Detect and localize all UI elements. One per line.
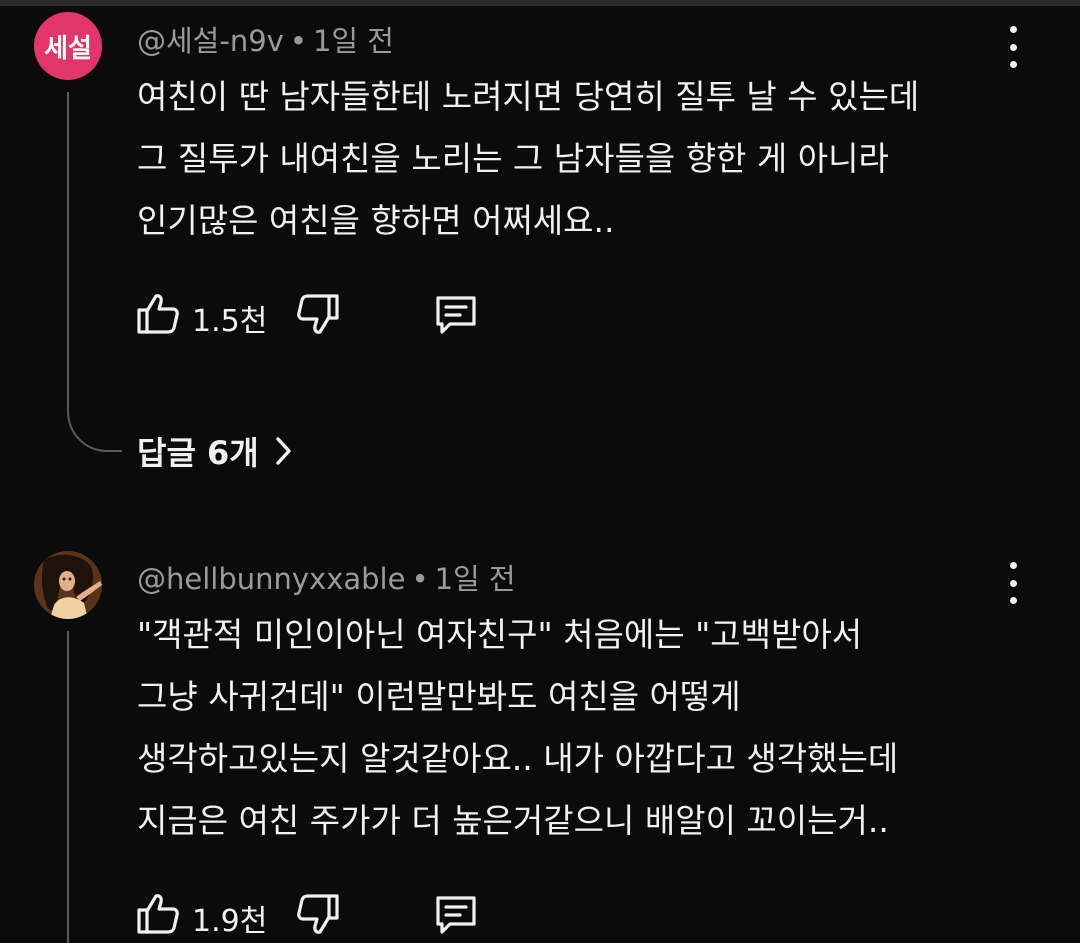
comment-line: 그 질투가 내여친을 노리는 그 남자들을 향한 게 아니라: [137, 139, 889, 178]
meta-separator: •: [289, 24, 307, 58]
comment-icon[interactable]: [432, 890, 480, 938]
author-handle[interactable]: @세설-n9v: [137, 24, 284, 58]
comment-line: 생각하고있는지 알것같아요.. 내가 아깝다고 생각했는데: [137, 739, 899, 778]
more-vert-icon: [1009, 26, 1017, 33]
comment-line: 인기많은 여친을 향하면 어쩌세요..: [137, 201, 615, 240]
comment-time: 1일 전: [434, 562, 516, 596]
avatar-image: [34, 551, 102, 619]
comment-meta: @세설-n9v • 1일 전: [137, 18, 394, 60]
comment-text: 여친이 딴 남자들한테 노려지면 당연히 질투 날 수 있는데 그 질투가 내여…: [137, 66, 1017, 252]
meta-separator: •: [411, 562, 429, 596]
comment-line: "객관적 미인이아닌 여자친구" 처음에는 "고백받아서: [137, 615, 863, 654]
comment-actions: 1.5천: [134, 290, 534, 340]
thumbs-up-icon[interactable]: [134, 290, 182, 338]
chevron-right-icon: [276, 437, 291, 465]
thread-connector: [67, 406, 122, 452]
more-options-button[interactable]: [1000, 26, 1026, 68]
comment-meta: @hellbunnyxxable • 1일 전: [137, 556, 516, 598]
comment-actions: 1.9천: [134, 890, 534, 940]
view-replies-button[interactable]: 답글 6개: [137, 428, 293, 474]
thread-line: [67, 631, 69, 943]
replies-label: 답글 6개: [137, 434, 259, 472]
avatar[interactable]: 세설: [34, 12, 102, 80]
avatar-text: 세설: [44, 33, 92, 64]
thumbs-down-icon[interactable]: [294, 290, 342, 338]
thread-line: [67, 92, 69, 408]
avatar[interactable]: [34, 551, 102, 619]
thumbs-up-icon[interactable]: [134, 890, 182, 938]
like-count: 1.5천: [192, 304, 268, 339]
comment-line: 여친이 딴 남자들한테 노려지면 당연히 질투 날 수 있는데: [137, 77, 920, 116]
comment-time: 1일 전: [312, 24, 394, 58]
comment-icon[interactable]: [432, 290, 480, 338]
top-divider: [0, 0, 1080, 6]
more-options-button[interactable]: [1000, 562, 1026, 604]
comment-line: 그냥 사귀건데" 이런말만봐도 여친을 어떻게: [137, 677, 741, 716]
comment-text: "객관적 미인이아닌 여자친구" 처음에는 "고백받아서 그냥 사귀건데" 이런…: [137, 604, 1017, 852]
author-handle[interactable]: @hellbunnyxxable: [137, 562, 405, 596]
like-count: 1.9천: [192, 904, 268, 939]
more-vert-icon: [1009, 562, 1017, 569]
thumbs-down-icon[interactable]: [294, 890, 342, 938]
comment-line: 지금은 여친 주가가 더 높은거같으니 배알이 꼬이는거..: [137, 801, 889, 840]
